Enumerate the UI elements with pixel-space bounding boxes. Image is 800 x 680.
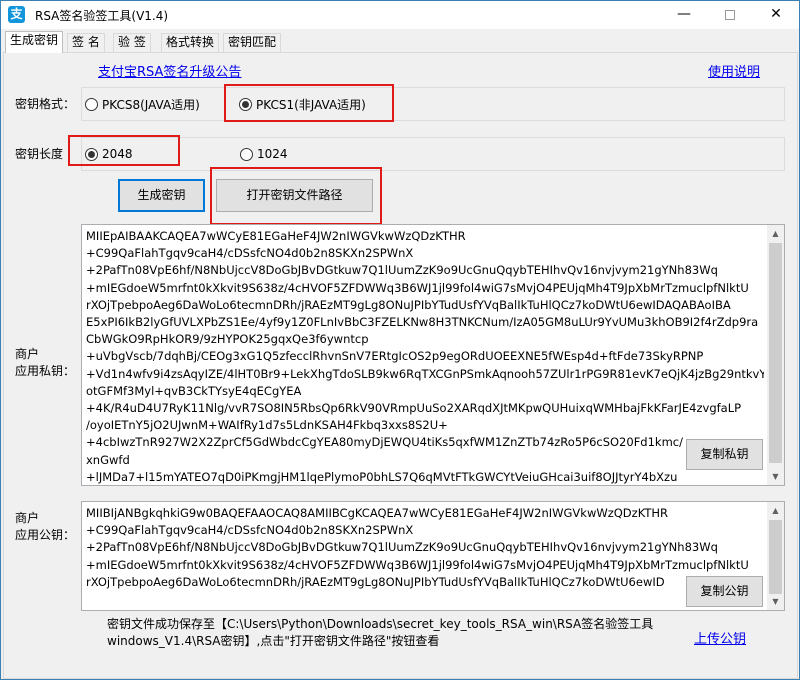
key-length-label: 密钥长度 [15,147,64,161]
radio-circle [85,98,98,111]
public-key-scrollbar[interactable]: ▲ ▼ [767,502,784,610]
tab-sign[interactable]: 签 名 [67,33,105,52]
app-window: 支 RSA签名验签工具(V1.4) — ✕ 生成密钥 签 名 验 签 格式转换 … [0,0,800,680]
open-key-path-button[interactable]: 打开密钥文件路径 [216,179,373,212]
radio-pkcs1[interactable]: PKCS1(非JAVA适用) [239,96,366,113]
scroll-up-arrow-icon[interactable]: ▲ [767,502,784,519]
private-key-text: MIIEpAIBAAKCAQEA7wWCyE81EGaHeF4JW2nIWGVk… [86,229,764,484]
radio-pkcs1-label: PKCS1(非JAVA适用) [256,98,366,112]
private-key-scrollbar[interactable]: ▲ ▼ [767,225,784,485]
help-link[interactable]: 使用说明 [708,61,760,80]
public-key-label-line2: 应用公钥： [15,528,76,542]
scroll-down-arrow-icon[interactable]: ▼ [767,468,784,485]
tab-generate-key[interactable]: 生成密钥 [5,31,64,53]
window-title: RSA签名验签工具(V1.4) [35,9,169,23]
key-length-group [81,137,785,171]
announcement-link[interactable]: 支付宝RSA签名升级公告 [98,61,241,80]
copy-public-key-button[interactable]: 复制公钥 [686,576,763,607]
public-key-label-line1: 商户 [15,511,40,525]
radio-pkcs8-label: PKCS8(JAVA适用) [102,98,200,112]
radio-2048-label: 2048 [102,147,133,161]
radio-1024-label: 1024 [257,147,288,161]
tab-key-match[interactable]: 密钥匹配 [223,33,282,52]
radio-2048[interactable]: 2048 [85,147,133,161]
upload-public-key-link[interactable]: 上传公钥 [694,628,746,647]
radio-pkcs8[interactable]: PKCS8(JAVA适用) [85,96,200,113]
close-button[interactable]: ✕ [753,1,799,29]
maximize-button[interactable] [707,1,753,29]
radio-circle [240,147,253,161]
scroll-thumb[interactable] [769,243,782,463]
radio-circle-checked [85,147,98,161]
tab-verify[interactable]: 验 签 [113,33,151,52]
title-bar: 支 RSA签名验签工具(V1.4) — ✕ [1,1,799,29]
private-key-label-line2: 应用私钥： [15,364,76,378]
public-key-text: MIIBIjANBgkqhkiG9w0BAQEFAAOCAQ8AMIIBCgKC… [86,506,749,589]
save-status-line1: 密钥文件成功保存至【C:\Users\Python\Downloads\secr… [107,617,654,631]
radio-1024[interactable]: 1024 [240,147,288,161]
copy-private-key-button[interactable]: 复制私钥 [686,439,763,470]
private-key-label-line1: 商户 [15,347,40,361]
public-key-textarea[interactable]: MIIBIjANBgkqhkiG9w0BAQEFAAOCAQ8AMIIBCgKC… [81,501,785,611]
private-key-textarea[interactable]: MIIEpAIBAAKCAQEA7wWCyE81EGaHeF4JW2nIWGVk… [81,224,785,486]
scroll-thumb[interactable] [769,520,782,594]
save-status-message: 密钥文件成功保存至【C:\Users\Python\Downloads\secr… [107,616,653,650]
scroll-down-arrow-icon[interactable]: ▼ [767,593,784,610]
save-status-line2: windows_V1.4\RSA密钥】,点击"打开密钥文件路径"按钮查看 [107,634,440,648]
radio-circle-checked [239,98,252,111]
alipay-icon: 支 [8,6,25,23]
maximize-icon [725,10,735,20]
minimize-button[interactable]: — [661,1,707,29]
key-format-label: 密钥格式： [15,97,76,111]
scroll-up-arrow-icon[interactable]: ▲ [767,225,784,242]
tab-format-convert[interactable]: 格式转换 [161,33,220,52]
generate-key-button[interactable]: 生成密钥 [118,179,205,212]
